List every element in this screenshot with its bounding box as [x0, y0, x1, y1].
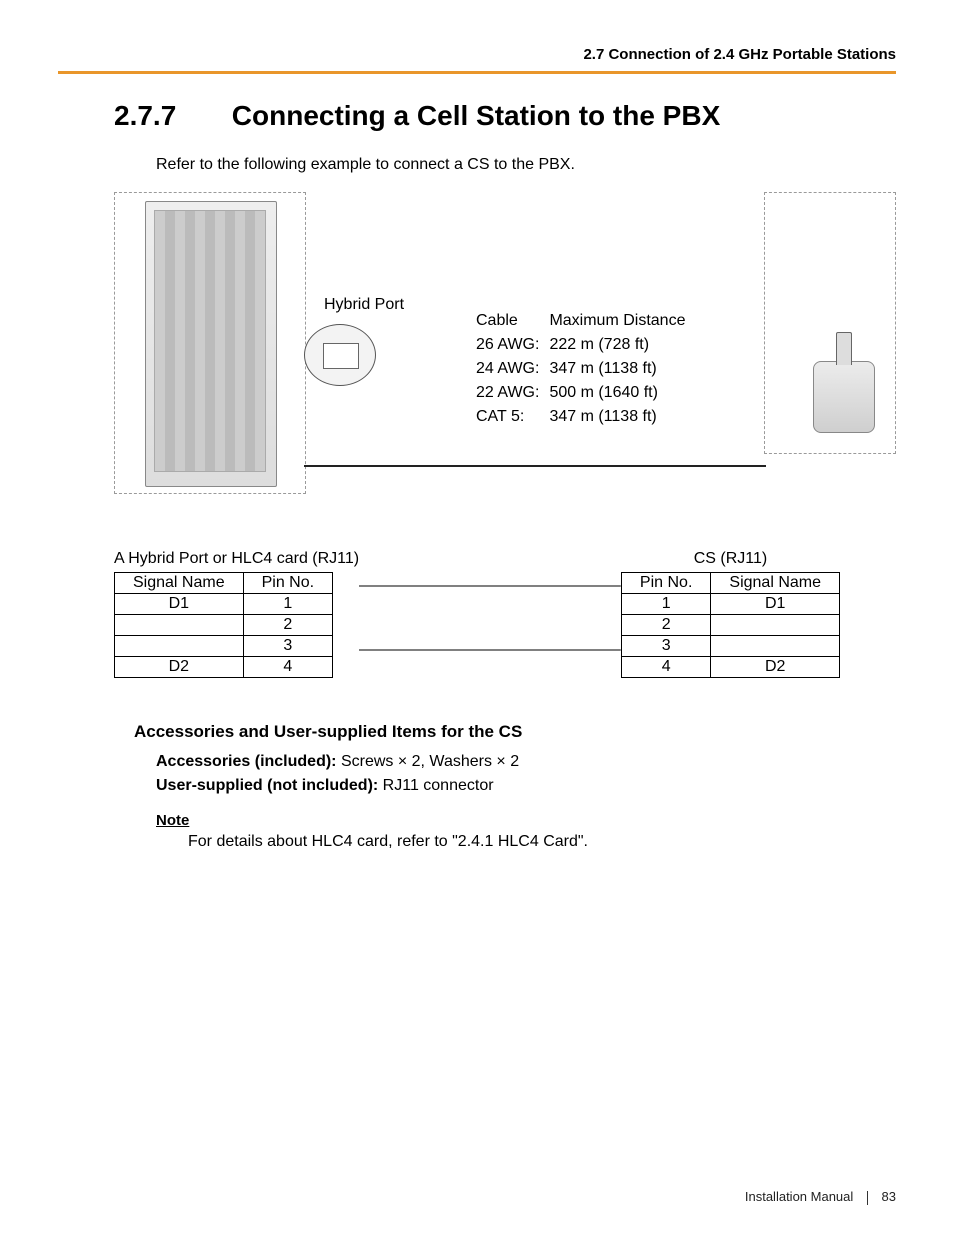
pinout-wires: [359, 550, 621, 678]
table-cell: 3: [621, 636, 710, 657]
table-cell: 2: [243, 615, 332, 636]
page-footer: Installation Manual 83: [745, 1189, 896, 1205]
cell-station-illustration: [813, 361, 875, 433]
cable-col-head: Cable: [476, 310, 547, 332]
spec-cell: 347 m (1138 ft): [549, 406, 693, 428]
page: 2.7 Connection of 2.4 GHz Portable Stati…: [0, 0, 954, 1235]
user-supplied-label: User-supplied (not included):: [156, 777, 383, 794]
table-cell: [115, 636, 244, 657]
table-header: Signal Name: [711, 573, 840, 594]
hybrid-port-label: Hybrid Port: [324, 296, 404, 314]
cable-line: [304, 465, 766, 467]
section-heading: 2.7.7 Connecting a Cell Station to the P…: [114, 100, 896, 132]
table-cell: 2: [621, 615, 710, 636]
left-pinout-caption: A Hybrid Port or HLC4 card (RJ11): [114, 550, 359, 568]
spec-cell: 347 m (1138 ft): [549, 358, 693, 380]
table-cell: 3: [243, 636, 332, 657]
cable-spec-table: Cable Maximum Distance 26 AWG:222 m (728…: [474, 308, 695, 430]
port-closeup-icon: [304, 324, 376, 386]
footer-doc-title: Installation Manual: [745, 1189, 853, 1204]
left-pinout-block: A Hybrid Port or HLC4 card (RJ11) Signal…: [114, 550, 359, 678]
header-rule: [58, 71, 896, 74]
accessories-user-line: User-supplied (not included): RJ11 conne…: [156, 774, 896, 798]
pbx-unit-illustration: [145, 201, 277, 487]
cell-station-box: [764, 192, 896, 454]
spec-cell: 26 AWG:: [476, 334, 547, 356]
spec-cell: 222 m (728 ft): [549, 334, 693, 356]
pinout-section: A Hybrid Port or HLC4 card (RJ11) Signal…: [114, 550, 840, 678]
table-header: Pin No.: [621, 573, 710, 594]
right-pinout-block: CS (RJ11) Pin No. Signal Name 1D1 2 3 4D…: [621, 550, 840, 678]
accessories-included-line: Accessories (included): Screws × 2, Wash…: [156, 750, 896, 774]
section-title: Connecting a Cell Station to the PBX: [232, 100, 720, 131]
table-cell: 4: [243, 657, 332, 678]
table-header: Pin No.: [243, 573, 332, 594]
pbx-box: [114, 192, 306, 494]
spec-cell: CAT 5:: [476, 406, 547, 428]
running-header: 2.7 Connection of 2.4 GHz Portable Stati…: [58, 46, 896, 69]
connection-diagram: Hybrid Port Cable Maximum Distance 26 AW…: [114, 192, 896, 512]
table-cell: [711, 615, 840, 636]
right-pinout-caption: CS (RJ11): [621, 550, 840, 568]
spec-cell: 500 m (1640 ft): [549, 382, 693, 404]
note-heading: Note: [156, 812, 896, 829]
table-cell: [711, 636, 840, 657]
footer-separator: [867, 1191, 868, 1205]
wire-diagram-icon: [359, 558, 621, 658]
distance-col-head: Maximum Distance: [549, 310, 693, 332]
table-cell: 1: [243, 594, 332, 615]
table-cell: 4: [621, 657, 710, 678]
table-cell: D2: [115, 657, 244, 678]
table-cell: 1: [621, 594, 710, 615]
table-cell: D2: [711, 657, 840, 678]
cable-spec: Cable Maximum Distance 26 AWG:222 m (728…: [474, 308, 695, 430]
user-supplied-text: RJ11 connector: [383, 777, 494, 794]
note-text: For details about HLC4 card, refer to "2…: [188, 833, 896, 851]
spec-cell: 24 AWG:: [476, 358, 547, 380]
included-label: Accessories (included):: [156, 753, 341, 770]
intro-text: Refer to the following example to connec…: [156, 156, 896, 174]
table-cell: D1: [711, 594, 840, 615]
table-header: Signal Name: [115, 573, 244, 594]
accessories-body: Accessories (included): Screws × 2, Wash…: [156, 750, 896, 798]
right-pinout-table: Pin No. Signal Name 1D1 2 3 4D2: [621, 572, 840, 678]
spec-cell: 22 AWG:: [476, 382, 547, 404]
table-cell: D1: [115, 594, 244, 615]
included-text: Screws × 2, Washers × 2: [341, 753, 519, 770]
left-pinout-table: Signal Name Pin No. D11 2 3 D24: [114, 572, 333, 678]
section-number: 2.7.7: [114, 100, 224, 132]
accessories-heading: Accessories and User-supplied Items for …: [134, 722, 896, 742]
footer-page-number: 83: [882, 1189, 896, 1204]
table-cell: [115, 615, 244, 636]
